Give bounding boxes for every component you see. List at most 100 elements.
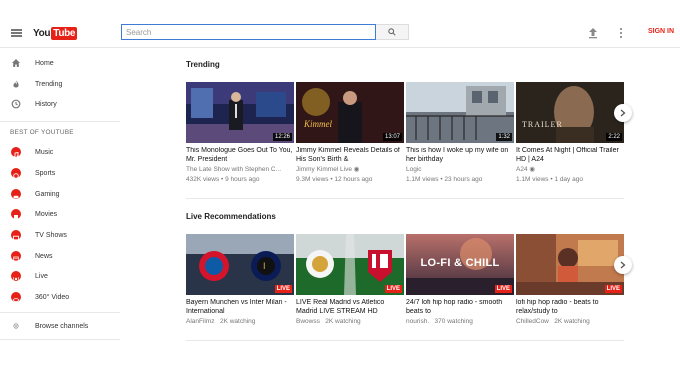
sidebar-section-heading: BEST OF YOUTUBE [10,129,74,136]
sidebar-item-label: Trending [35,80,63,88]
sidebar-divider [0,312,120,313]
sidebar-item-music[interactable]: Music [0,142,120,162]
video-title[interactable]: 24/7 lofi hip hop radio - smooth beats t… [406,299,514,316]
sidebar-item-history[interactable]: History [0,94,120,114]
live-badge: LIVE [384,285,402,293]
sidebar-item-home[interactable]: Home [0,53,120,73]
sidebar-item-trending[interactable]: Trending [0,74,120,94]
live-next-button[interactable] [614,256,632,274]
video-channel-and-viewers: Bwowss 2K watching [296,318,404,326]
youtube-logo[interactable]: You Tube [33,26,78,40]
section-divider [186,198,624,199]
video-card[interactable]: Kimmel 13:07 Jimmy Kimmel Reveals Detail… [296,82,404,184]
sidebar-item-label: History [35,100,57,108]
video-thumbnail[interactable]: I LIVE [186,234,294,295]
video-title[interactable]: LIVE Real Madrid vs Atletico Madrid LIVE… [296,299,404,316]
video-title[interactable]: This Monologue Goes Out To You, Mr. Pres… [186,147,294,164]
channel-name[interactable]: AlanFilmz [186,318,215,325]
menu-icon[interactable] [11,29,22,37]
sidebar-item-tv-shows[interactable]: TV Shows [0,225,120,245]
video-duration: 1:32 [496,133,512,141]
logo-you-text: You [33,27,51,39]
video-title[interactable]: It Comes At Night | Official Trailer HD … [516,147,624,164]
upload-icon[interactable] [588,27,598,39]
channel-name[interactable]: Bwowss [296,318,320,325]
sidebar-item-movies[interactable]: Movies [0,204,120,224]
video-channel[interactable]: The Late Show with Stephen C... [186,166,294,174]
sidebar-item-browse-channels[interactable]: Browse channels [0,316,120,336]
video-channel-and-viewers: AlanFilmz 2K watching [186,318,294,326]
svg-text:Kimmel: Kimmel [303,119,332,129]
video-stats: 1.1M views • 23 hours ago [406,176,483,183]
sidebar-item-label: TV Shows [35,231,67,239]
news-icon [11,251,21,262]
video-card[interactable]: LIVE LIVE Real Madrid vs Atletico Madrid… [296,234,404,326]
sidebar-divider [0,339,120,340]
sidebar-item-live[interactable]: Live [0,266,120,286]
tv-icon [11,230,21,241]
home-icon [12,59,20,67]
channel-name[interactable]: ChilledCow [516,318,549,325]
video-thumbnail[interactable]: 12:26 [186,82,294,143]
sign-in-button[interactable]: SIGN IN [648,28,674,35]
video-stats: 9.3M views • 12 hours ago [296,176,373,183]
video-stats: 1.1M views • 1 day ago [516,176,583,183]
section-divider [186,340,624,341]
video-channel-and-viewers: ChilledCow 2K watching [516,318,624,326]
video-thumbnail[interactable]: 1:32 [406,82,514,143]
trending-next-button[interactable] [614,104,632,122]
video-channel[interactable]: Logic [406,166,514,174]
sidebar-item-label: Music [35,148,54,156]
sidebar-item-news[interactable]: News [0,246,120,266]
chevron-right-icon [620,261,626,269]
video-thumbnail[interactable]: Kimmel 13:07 [296,82,404,143]
video-thumbnail[interactable]: LIVE [516,234,624,295]
viewer-count: 2K watching [554,318,590,325]
video-card[interactable]: LIVE lofi hip hop radio - beats to relax… [516,234,624,326]
video-card[interactable]: 1:32 This is how I woke up my wife on he… [406,82,514,184]
video-channel-and-viewers: nourish. 370 watching [406,318,514,326]
video-channel[interactable]: A24 ◉ [516,166,624,174]
live-icon [11,271,21,282]
masthead: You Tube Search SIGN IN [0,18,680,48]
video-title[interactable]: This is how I woke up my wife on her bir… [406,147,514,164]
chevron-right-icon [620,109,626,117]
video-card[interactable]: 12:26 This Monologue Goes Out To You, Mr… [186,82,294,184]
live-badge: LIVE [274,285,292,293]
video-card[interactable]: TRAILER 2:22 It Comes At Night | Officia… [516,82,624,184]
thumbnail-overlay-text: LO-FI & CHILL [420,257,500,269]
search-input[interactable]: Search [121,24,376,40]
verified-icon: ◉ [353,166,360,173]
sidebar: Home Trending History BEST OF YOUTUBE Mu… [0,49,120,382]
flame-icon [13,80,19,88]
search-button[interactable] [376,24,409,40]
sidebar-item-label: News [35,252,53,260]
video-duration: 12:26 [272,133,292,141]
viewer-count: 2K watching [219,318,256,325]
live-section-title: Live Recommendations [186,212,276,221]
video-card[interactable]: I LIVE Bayern Munchen vs Inter Milan - I… [186,234,294,326]
video-channel[interactable]: Jimmy Kimmel Live ◉ [296,166,404,174]
video-thumbnail[interactable]: TRAILER 2:22 [516,82,624,143]
logo-tube-text: Tube [51,26,78,40]
sidebar-item-label: 360° Video [35,293,70,301]
video-card[interactable]: LO-FI & CHILL LIVE 24/7 lofi hip hop rad… [406,234,514,326]
verified-icon: ◉ [529,166,536,173]
video-thumbnail[interactable]: LIVE [296,234,404,295]
video-duration: 2:22 [606,133,622,141]
history-icon [11,99,21,109]
video-thumbnail[interactable]: LO-FI & CHILL LIVE [406,234,514,295]
video-title[interactable]: lofi hip hop radio - beats to relax/stud… [516,299,624,316]
viewer-count: 2K watching [325,318,361,325]
more-options-icon[interactable] [619,27,623,39]
channel-name[interactable]: nourish. [406,318,429,325]
sidebar-item-label: Sports [35,169,56,177]
live-badge: LIVE [604,285,622,293]
search-icon [388,28,396,36]
video-title[interactable]: Bayern Munchen vs Inter Milan - Internat… [186,299,294,316]
video-title[interactable]: Jimmy Kimmel Reveals Details of His Son'… [296,147,404,164]
sidebar-item-360-video[interactable]: 360° Video [0,287,120,307]
sidebar-divider [0,121,120,122]
sidebar-item-sports[interactable]: Sports [0,163,120,183]
sidebar-item-gaming[interactable]: Gaming [0,184,120,204]
